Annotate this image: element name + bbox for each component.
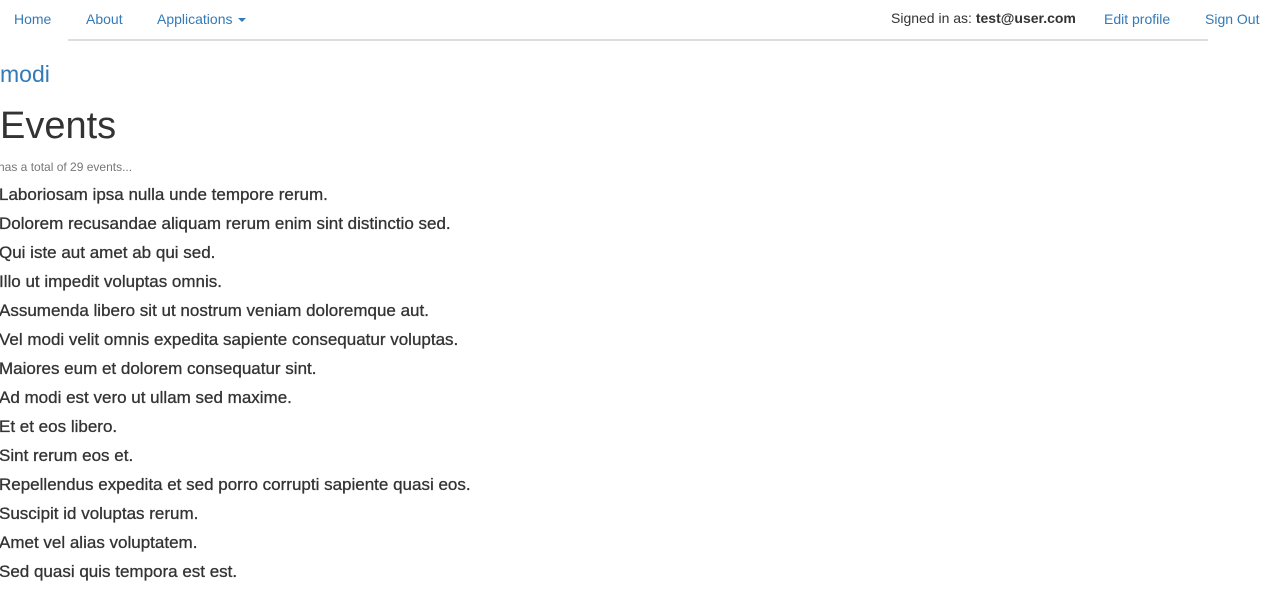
- page-title: Events: [0, 105, 117, 147]
- event-item: Qui iste aut amet ab qui sed.: [0, 243, 216, 262]
- event-item: Laboriosam ipsa nulla unde tempore rerum…: [0, 185, 328, 204]
- event-item: Amet vel alias voluptatem.: [0, 533, 198, 552]
- event-item: Repellendus expedita et sed porro corrup…: [0, 475, 471, 494]
- event-item: Sint rerum eos et.: [0, 446, 134, 465]
- event-item: Sed quasi quis tempora est est.: [0, 562, 238, 581]
- events-list: Laboriosam ipsa nulla unde tempore rerum…: [0, 184, 471, 590]
- edit-profile-link[interactable]: Edit profile: [1104, 11, 1170, 27]
- nav-home-link[interactable]: Home: [14, 11, 51, 27]
- event-item: Illo ut impedit voluptas omnis.: [0, 272, 222, 291]
- event-item: Suscipit id voluptas rerum.: [0, 504, 199, 523]
- sign-out-link[interactable]: Sign Out: [1205, 11, 1259, 27]
- top-navbar: Home About Applications Signed in as: te…: [0, 0, 1278, 41]
- event-item: Maiores eum et dolorem consequatur sint.: [0, 359, 317, 378]
- applications-label: Applications: [157, 11, 233, 27]
- event-item: Ad modi est vero ut ullam sed maxime.: [0, 388, 292, 407]
- nav-applications-dropdown[interactable]: Applications: [157, 11, 246, 27]
- event-item: Assumenda libero sit ut nostrum veniam d…: [0, 301, 429, 320]
- event-item: Dolorem recusandae aliquam rerum enim si…: [0, 214, 451, 233]
- event-item: Et et eos libero.: [0, 417, 118, 436]
- events-total: has a total of 29 events...: [0, 160, 133, 174]
- user-email: test@user.com: [975, 10, 1076, 26]
- event-item: Vel modi velit omnis expedita sapiente c…: [0, 330, 459, 349]
- nav-about-link[interactable]: About: [86, 11, 123, 27]
- signed-in-label: Signed in as:: [891, 10, 972, 26]
- signed-in-status: Signed in as: test@user.com: [891, 10, 1076, 26]
- app-name-link[interactable]: modi: [0, 61, 50, 88]
- navbar-divider: [68, 39, 1208, 41]
- caret-down-icon: [237, 18, 246, 23]
